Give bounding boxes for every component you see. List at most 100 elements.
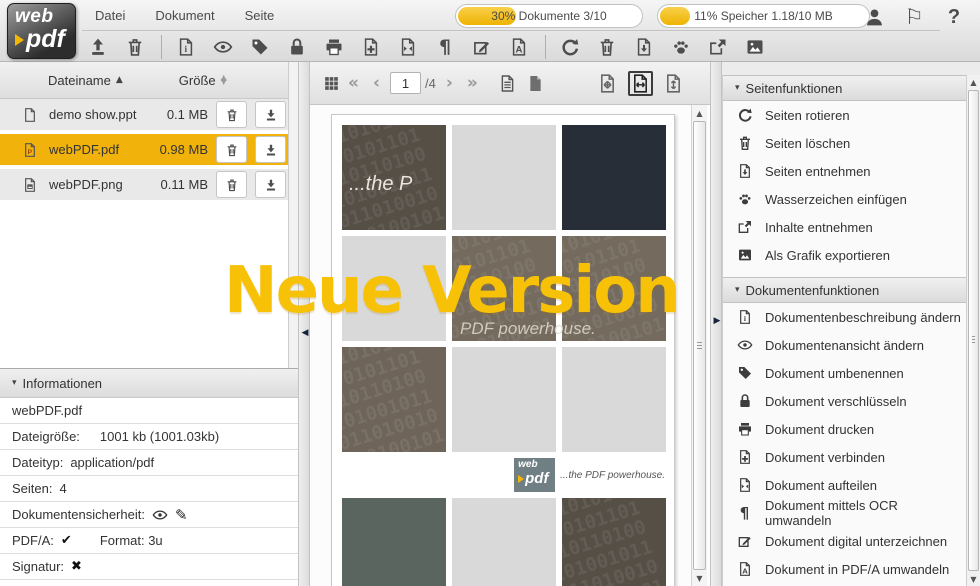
- file-row[interactable]: webPDF.png 0.11 MB: [0, 169, 288, 202]
- file-name: webPDF.pdf: [49, 142, 152, 157]
- menu-item-doc-sign[interactable]: Dokument digital unterzeichnen: [723, 527, 966, 555]
- security-edit-icon[interactable]: ✎: [175, 506, 188, 524]
- menu-dokument[interactable]: Dokument: [155, 8, 214, 23]
- page-number-input[interactable]: [390, 72, 421, 94]
- menu-item-doc-split[interactable]: Dokument aufteilen: [723, 471, 966, 499]
- sort-by-size[interactable]: Größe ▲▼: [179, 73, 227, 88]
- menu-item-extract-content[interactable]: Inhalte entnehmen: [723, 213, 966, 241]
- menu-item-doc-pdfa[interactable]: Dokument in PDF/A umwandeln: [723, 555, 966, 583]
- download-file-button[interactable]: [255, 101, 286, 128]
- info-signature-row: Signatur: ✖: [0, 554, 298, 580]
- menu-item-extract-pages[interactable]: Seiten entnehmen: [723, 157, 966, 185]
- webpdf-mini-logo: web pdf: [514, 458, 555, 492]
- toolbar-separator: [545, 35, 546, 59]
- continuous-view-icon[interactable]: [526, 74, 545, 93]
- single-page-view-icon[interactable]: [498, 74, 517, 93]
- rotate-pages-button[interactable]: [558, 34, 582, 60]
- fit-width-icon[interactable]: [628, 71, 653, 96]
- right-splitter[interactable]: ▶: [710, 62, 722, 586]
- document-view-button[interactable]: [211, 34, 235, 60]
- page-tile: [562, 498, 666, 586]
- pdf-page: ...the P web pdf ...the: [331, 114, 675, 586]
- preview-scroll-thumb[interactable]: [693, 121, 706, 570]
- file-row-selected[interactable]: webPDF.pdf 0.98 MB: [0, 134, 288, 167]
- fit-page-icon[interactable]: [595, 71, 620, 96]
- merge-button[interactable]: [359, 34, 383, 60]
- encrypt-button[interactable]: [285, 34, 309, 60]
- menu-item-doc-rename[interactable]: Dokument umbenennen: [723, 359, 966, 387]
- page-functions-title: Seitenfunktionen: [746, 81, 843, 96]
- first-page-button[interactable]: «: [346, 75, 361, 92]
- collapse-right-handle[interactable]: ▶: [711, 316, 723, 326]
- prev-page-button[interactable]: ‹: [371, 75, 382, 92]
- thumbnails-icon[interactable]: [322, 74, 341, 93]
- scroll-down-icon[interactable]: ▼: [967, 575, 980, 584]
- document-functions-header[interactable]: ▾ Dokumentenfunktionen: [723, 277, 966, 303]
- page-functions-header[interactable]: ▾ Seitenfunktionen: [723, 75, 966, 101]
- scroll-up-icon[interactable]: ▲: [967, 78, 980, 87]
- pdfa-button[interactable]: [507, 34, 531, 60]
- delete-file-button[interactable]: [216, 136, 247, 163]
- upload-button[interactable]: [86, 34, 110, 60]
- viewer-toolbar: « ‹ /4 › »: [310, 62, 710, 105]
- split-button[interactable]: [396, 34, 420, 60]
- delete-file-button[interactable]: [216, 171, 247, 198]
- delete-pages-button[interactable]: [595, 34, 619, 60]
- help-icon[interactable]: ?: [942, 5, 966, 29]
- info-panel: ▾ Informationen webPDF.pdf Dateigröße:10…: [0, 368, 298, 586]
- extract-content-button[interactable]: [706, 34, 730, 60]
- quota-storage: 11% Speicher 1.18/10 MB: [657, 4, 870, 28]
- menu-item-doc-print[interactable]: Dokument drucken: [723, 415, 966, 443]
- menu-datei[interactable]: Datei: [95, 8, 125, 23]
- paw-icon: [736, 191, 753, 207]
- page-tile: [562, 125, 666, 230]
- collapse-caret-icon: ▾: [735, 83, 740, 93]
- functions-scrollbar[interactable]: ▲ ▼: [966, 75, 980, 586]
- next-page-button[interactable]: ›: [444, 75, 455, 92]
- functions-inner: ▾ Seitenfunktionen Seiten rotieren Seite…: [722, 75, 966, 586]
- collapse-left-handle[interactable]: ◀: [299, 328, 311, 338]
- menu-bar: Datei Dokument Seite: [95, 0, 274, 30]
- watermark-button[interactable]: [669, 34, 693, 60]
- menu-item-watermark[interactable]: Wasserzeichen einfügen: [723, 185, 966, 213]
- ocr-button[interactable]: ¶: [433, 34, 457, 60]
- collapse-caret-icon: ▾: [12, 378, 17, 388]
- file-row[interactable]: demo show.ppt 0.1 MB: [0, 99, 288, 132]
- download-file-button[interactable]: [255, 171, 286, 198]
- menu-item-doc-ocr[interactable]: ¶ Dokument mittels OCR umwandeln: [723, 499, 966, 527]
- menu-item-delete-pages[interactable]: Seiten löschen: [723, 129, 966, 157]
- security-view-icon[interactable]: [152, 507, 168, 523]
- export-graphic-button[interactable]: [743, 34, 767, 60]
- page-tile: [342, 347, 446, 452]
- preview-scrollbar[interactable]: ▲ ▼: [691, 105, 707, 586]
- functions-scroll-thumb[interactable]: [968, 90, 979, 571]
- scroll-up-icon[interactable]: ▲: [692, 109, 707, 118]
- page-split-icon: [736, 477, 753, 493]
- print-button[interactable]: [322, 34, 346, 60]
- download-file-button[interactable]: [255, 136, 286, 163]
- scroll-down-icon[interactable]: ▼: [692, 574, 707, 583]
- user-icon[interactable]: [862, 5, 886, 29]
- menu-item-doc-description[interactable]: Dokumentenbeschreibung ändern: [723, 303, 966, 331]
- extract-pages-button[interactable]: [632, 34, 656, 60]
- menu-item-doc-merge[interactable]: Dokument verbinden: [723, 443, 966, 471]
- sign-button[interactable]: [470, 34, 494, 60]
- header: web pdf Datei Dokument Seite 30% Dokumen…: [0, 0, 980, 62]
- delete-button[interactable]: [123, 34, 147, 60]
- info-panel-header[interactable]: ▾ Informationen: [0, 369, 298, 398]
- flag-icon[interactable]: ⚐: [902, 5, 926, 29]
- sort-by-name[interactable]: Dateiname ▲: [48, 73, 123, 88]
- column-name-label: Dateiname: [48, 73, 111, 88]
- last-page-button[interactable]: »: [465, 75, 480, 92]
- file-name: demo show.ppt: [49, 107, 152, 122]
- page-tagline: ...the PDF powerhouse.: [560, 470, 665, 481]
- menu-seite[interactable]: Seite: [245, 8, 275, 23]
- menu-item-doc-encrypt[interactable]: Dokument verschlüsseln: [723, 387, 966, 415]
- fit-height-icon[interactable]: [661, 71, 686, 96]
- menu-item-rotate-pages[interactable]: Seiten rotieren: [723, 101, 966, 129]
- rename-button[interactable]: [248, 34, 272, 60]
- menu-item-doc-view[interactable]: Dokumentenansicht ändern: [723, 331, 966, 359]
- menu-item-export-graphic[interactable]: Als Grafik exportieren: [723, 241, 966, 269]
- delete-file-button[interactable]: [216, 101, 247, 128]
- document-description-button[interactable]: [174, 34, 198, 60]
